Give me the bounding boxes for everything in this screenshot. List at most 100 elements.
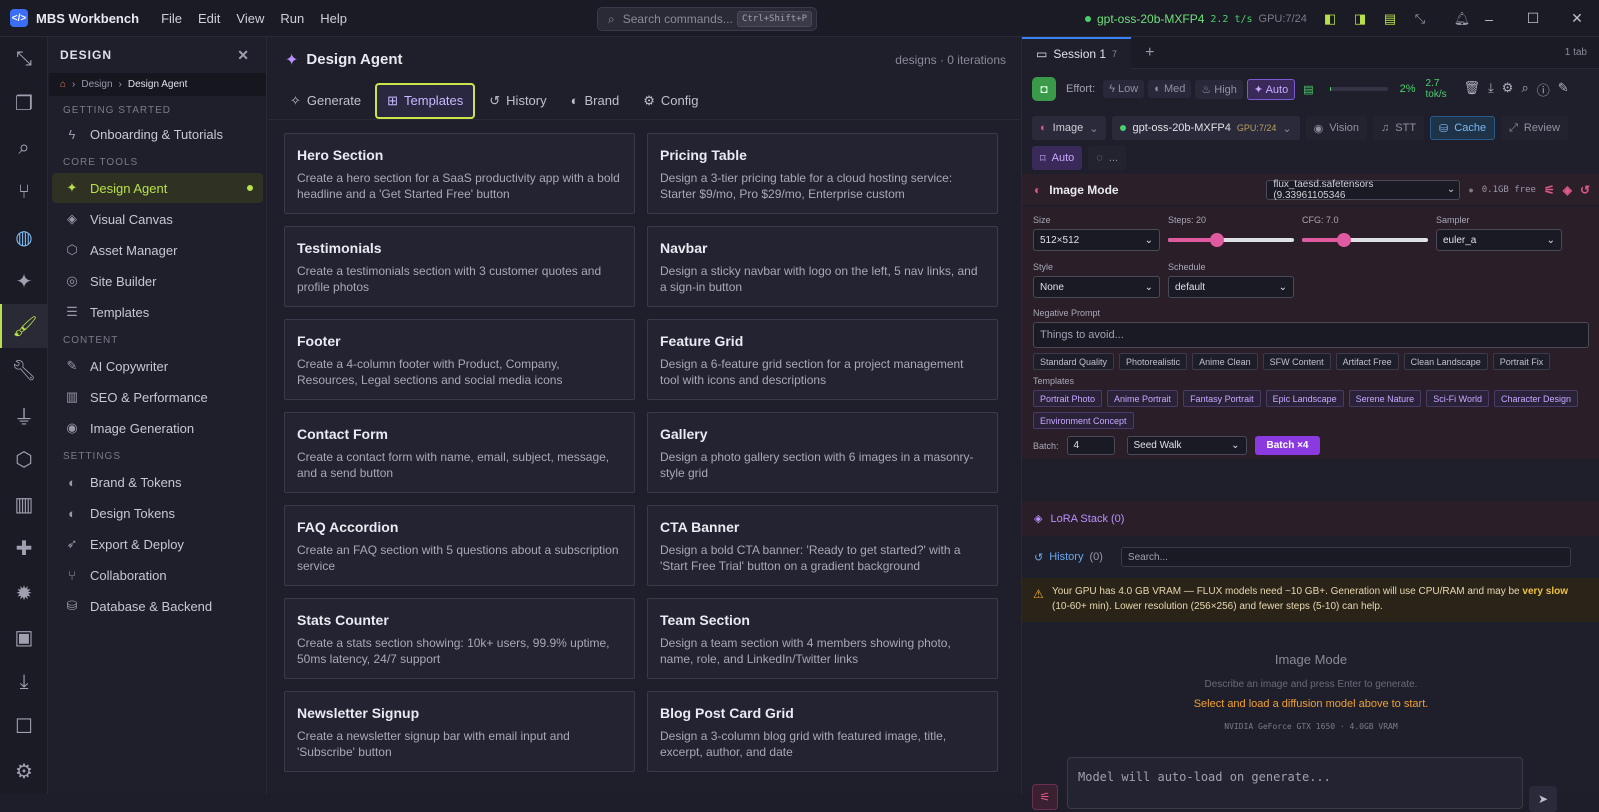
collapse-arrows-icon[interactable]: ⤡ bbox=[0, 37, 48, 81]
image-template[interactable]: Fantasy Portrait bbox=[1183, 390, 1261, 407]
diffusion-model-select[interactable]: flux_taesd.safetensors (9.33961105346 ⌄ bbox=[1266, 179, 1461, 201]
send-icon[interactable]: ➤ bbox=[1529, 786, 1557, 812]
image-template[interactable]: Portrait Photo bbox=[1033, 390, 1103, 407]
steps-slider[interactable] bbox=[1168, 229, 1294, 251]
style-select[interactable]: None ⌄ bbox=[1033, 276, 1160, 298]
download-icon[interactable]: ⤓ bbox=[1488, 80, 1494, 99]
neg-preset[interactable]: Portrait Fix bbox=[1492, 353, 1551, 370]
files-icon[interactable]: ❐ bbox=[0, 82, 48, 126]
template-card[interactable]: Team Section Design a team section with 4… bbox=[647, 598, 998, 679]
layers-icon[interactable]: ◈ bbox=[1563, 183, 1572, 197]
template-card[interactable]: Newsletter Signup Create a newsletter sig… bbox=[284, 691, 635, 772]
template-card[interactable]: FAQ Accordion Create an FAQ section with … bbox=[284, 505, 635, 586]
toggle-left-panel-icon[interactable]: ◧ bbox=[1318, 7, 1342, 31]
template-card[interactable]: Gallery Design a photo gallery section wi… bbox=[647, 412, 998, 493]
model-select[interactable]: gpt-oss-20b-MXFP4 GPU:7/24 ⌄ bbox=[1112, 116, 1300, 140]
template-card[interactable]: Footer Create a 4-column footer with Prod… bbox=[284, 319, 635, 400]
bot-icon[interactable]: ◘ bbox=[1032, 77, 1056, 101]
effort-auto[interactable]: ✦ Auto bbox=[1246, 78, 1296, 100]
gear-icon[interactable]: ⚙ bbox=[0, 749, 48, 793]
sidebar-item-database[interactable]: ⛁ Database & Backend bbox=[52, 591, 263, 621]
schedule-select[interactable]: default ⌄ bbox=[1168, 276, 1294, 298]
close-icon[interactable]: ✕ bbox=[237, 47, 250, 64]
template-card[interactable]: Navbar Design a sticky navbar with logo o… bbox=[647, 226, 998, 307]
batch-button[interactable]: Batch ×4 bbox=[1254, 436, 1321, 455]
bar-chart-icon[interactable]: ▥ bbox=[0, 482, 48, 526]
sidebar-item-design-agent[interactable]: ✦ Design Agent bbox=[52, 173, 263, 203]
tab-session-1[interactable]: ▭ Session 17 bbox=[1022, 36, 1132, 69]
sampler-select[interactable]: euler_a ⌄ bbox=[1436, 229, 1562, 251]
size-select[interactable]: 512×512 ⌄ bbox=[1033, 229, 1160, 251]
image-template[interactable]: Serene Nature bbox=[1348, 390, 1422, 407]
neg-preset[interactable]: Anime Clean bbox=[1192, 353, 1258, 370]
image-template[interactable]: Anime Portrait bbox=[1107, 390, 1179, 407]
wrench-icon[interactable]: 🔧︎ bbox=[0, 349, 48, 393]
plug-icon[interactable]: ⏚ bbox=[0, 393, 48, 437]
toggle-cache[interactable]: ⛁ Cache bbox=[1430, 116, 1496, 140]
toggle-right-panel-icon[interactable]: ◨ bbox=[1348, 7, 1372, 31]
neg-preset[interactable]: Standard Quality bbox=[1033, 353, 1115, 370]
neg-preset[interactable]: Artifact Free bbox=[1335, 353, 1399, 370]
tab-templates[interactable]: ⊞ Templates bbox=[375, 82, 476, 119]
auto-button[interactable]: ⌑ Auto bbox=[1032, 146, 1083, 170]
breadcrumb-design[interactable]: Design bbox=[81, 79, 112, 90]
search-icon[interactable]: ⌕ bbox=[0, 126, 48, 170]
neg-preset[interactable]: SFW Content bbox=[1262, 353, 1331, 370]
sidebar-item-asset-manager[interactable]: ⬡ Asset Manager bbox=[52, 235, 263, 265]
brush-icon[interactable]: 🖌︎ bbox=[0, 304, 48, 348]
sliders-icon[interactable]: ⚟ bbox=[1544, 183, 1555, 197]
model-status[interactable]: gpt-oss-20b-MXFP4 2.2 t/s GPU:7/24 bbox=[1085, 9, 1307, 29]
history-search-input[interactable]: Search... bbox=[1120, 547, 1571, 567]
search-icon[interactable]: ⌕ bbox=[1521, 80, 1528, 99]
template-card[interactable]: Testimonials Create a testimonials sectio… bbox=[284, 226, 635, 307]
brain-icon[interactable]: ◍ bbox=[0, 215, 48, 259]
menu-help[interactable]: Help bbox=[312, 11, 355, 26]
inbox-icon[interactable]: ☐ bbox=[0, 705, 48, 749]
toggle-bottom-panel-icon[interactable]: ▤ bbox=[1378, 7, 1402, 31]
image-template[interactable]: Epic Landscape bbox=[1265, 390, 1344, 407]
history-label[interactable]: History bbox=[1049, 551, 1083, 563]
puzzle-icon[interactable]: ✚ bbox=[0, 527, 48, 571]
image-template[interactable]: Sci-Fi World bbox=[1426, 390, 1490, 407]
toggle-review[interactable]: ⤢ Review bbox=[1501, 116, 1568, 140]
tab-history[interactable]: ↺ History bbox=[479, 83, 556, 119]
image-template[interactable]: Character Design bbox=[1494, 390, 1579, 407]
neg-preset[interactable]: Clean Landscape bbox=[1403, 353, 1488, 370]
sidebar-item-visual-canvas[interactable]: ◈ Visual Canvas bbox=[52, 204, 263, 234]
sidebar-item-image-generation[interactable]: ◉ Image Generation bbox=[52, 413, 263, 443]
download-icon[interactable]: ⤓ bbox=[0, 660, 48, 704]
chip-icon[interactable]: ▣ bbox=[0, 616, 48, 660]
template-card[interactable]: CTA Banner Design a bold CTA banner: 'Rea… bbox=[647, 505, 998, 586]
sparkle-icon[interactable]: ✦ bbox=[0, 260, 48, 304]
prompt-input[interactable]: Model will auto-load on generate... bbox=[1067, 757, 1523, 809]
tab-generate[interactable]: ✧ Generate bbox=[280, 83, 371, 119]
home-icon[interactable]: ⌂ bbox=[60, 79, 66, 90]
batch-input[interactable]: 4 bbox=[1066, 436, 1115, 455]
sidebar-item-site-builder[interactable]: ◎ Site Builder bbox=[52, 266, 263, 296]
pin-icon[interactable]: ✎ bbox=[1558, 80, 1569, 99]
template-card[interactable]: Stats Counter Create a stats section show… bbox=[284, 598, 635, 679]
template-card[interactable]: Hero Section Create a hero section for a … bbox=[284, 133, 635, 214]
info-icon[interactable]: ⓘ bbox=[1537, 80, 1550, 99]
menu-file[interactable]: File bbox=[153, 11, 190, 26]
negative-prompt-input[interactable]: Things to avoid... bbox=[1033, 322, 1589, 348]
seed-mode-select[interactable]: Seed Walk ⌄ bbox=[1126, 436, 1247, 455]
minimize-icon[interactable]: – bbox=[1467, 0, 1511, 37]
sidebar-item-seo[interactable]: ▥ SEO & Performance bbox=[52, 382, 263, 412]
bug-icon[interactable]: ✹ bbox=[0, 571, 48, 615]
menu-view[interactable]: View bbox=[228, 11, 272, 26]
close-icon[interactable]: ✕ bbox=[1555, 0, 1599, 37]
image-template[interactable]: Environment Concept bbox=[1033, 412, 1134, 429]
sidebar-item-brand-tokens[interactable]: ◐ Brand & Tokens bbox=[52, 467, 263, 497]
effort-low[interactable]: ϟ Low bbox=[1103, 80, 1145, 98]
gear-icon[interactable]: ⚙ bbox=[1502, 80, 1514, 99]
effort-med[interactable]: ◐ Med bbox=[1148, 80, 1192, 98]
trash-icon[interactable]: 🗑︎ bbox=[1464, 80, 1481, 99]
sidebar-item-templates[interactable]: ☰ Templates bbox=[52, 297, 263, 327]
menu-run[interactable]: Run bbox=[272, 11, 312, 26]
lora-stack[interactable]: ◈ LoRA Stack (0) bbox=[1022, 501, 1599, 536]
neg-preset[interactable]: Photorealistic bbox=[1119, 353, 1188, 370]
history-icon[interactable]: ↺ bbox=[1580, 183, 1590, 197]
source-control-icon[interactable]: ⑂ bbox=[0, 171, 48, 215]
mode-select[interactable]: ◐ Image ⌄ bbox=[1032, 116, 1107, 140]
